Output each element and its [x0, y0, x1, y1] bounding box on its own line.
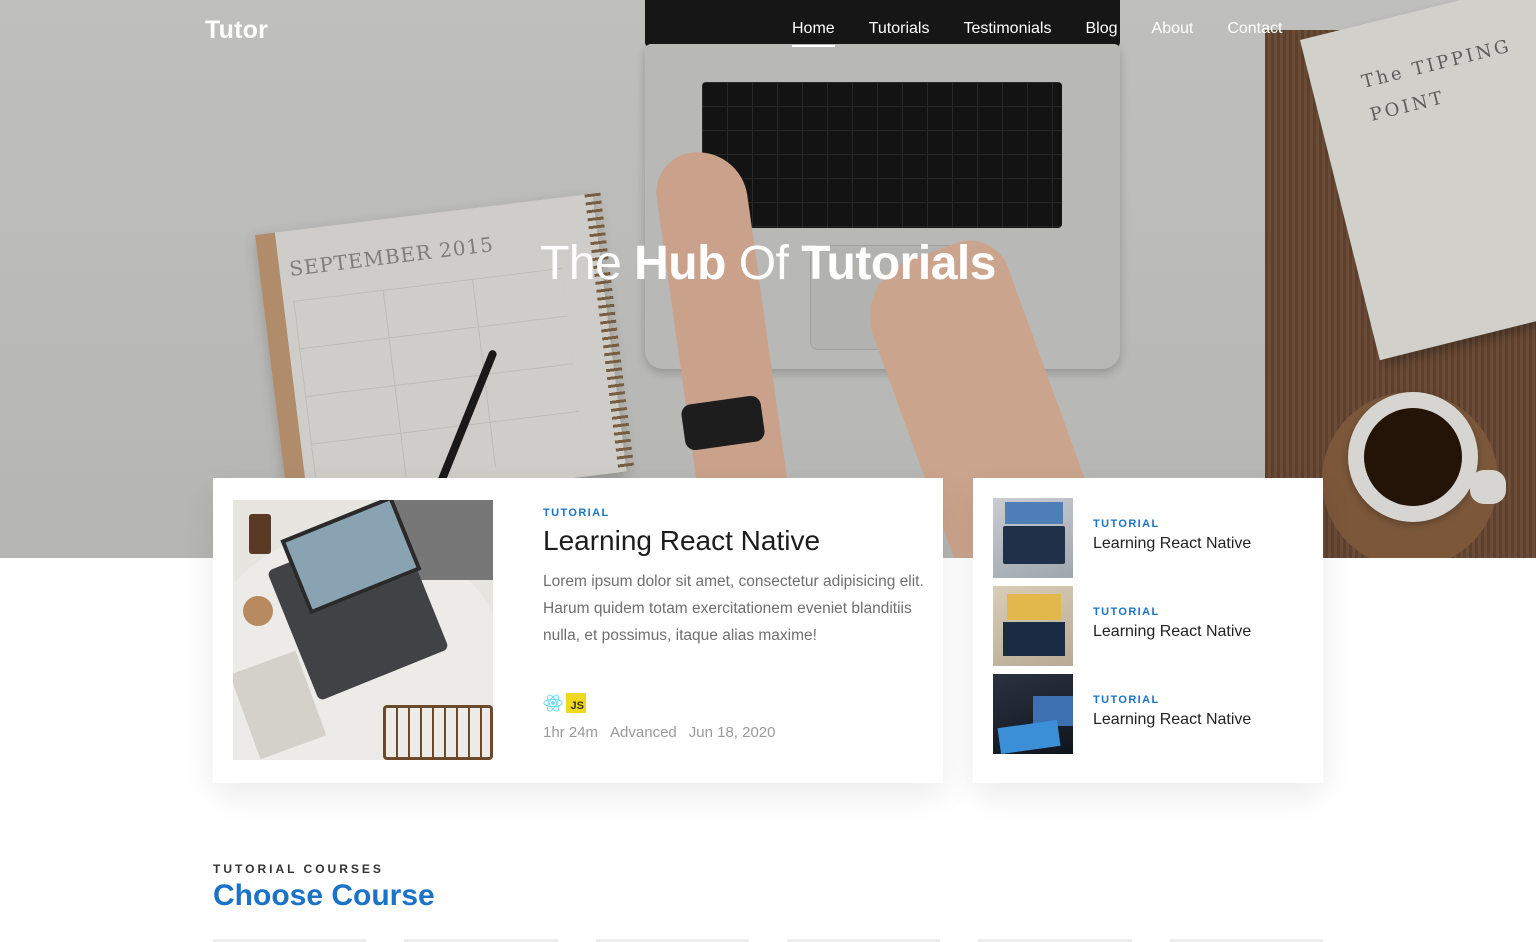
- nav-about[interactable]: About: [1152, 20, 1194, 38]
- list-item[interactable]: TUTORIAL Learning React Native: [993, 498, 1313, 578]
- nav-testimonials[interactable]: Testimonials: [963, 20, 1051, 38]
- list-item-tag: TUTORIAL: [1093, 606, 1160, 618]
- nav-contact[interactable]: Contact: [1227, 20, 1282, 38]
- tutorial-list-card: TUTORIAL Learning React Native TUTORIAL …: [973, 478, 1323, 783]
- tech-icons: JS: [543, 693, 586, 713]
- hero-banner: The TIPPING POINT SEPTEMBER 2015 The Hub…: [0, 0, 1536, 558]
- list-item-tag: TUTORIAL: [1093, 694, 1160, 706]
- thumb-screen: [1005, 502, 1063, 524]
- thumb-keyboard: [1003, 622, 1065, 656]
- image-candle: [249, 514, 271, 554]
- nav-tutorials[interactable]: Tutorials: [869, 20, 930, 38]
- main-nav: Home Tutorials Testimonials Blog About C…: [792, 20, 1282, 47]
- list-item[interactable]: TUTORIAL Learning React Native: [993, 674, 1313, 754]
- nav-home[interactable]: Home: [792, 20, 835, 47]
- hero-title-word-1: The: [540, 237, 622, 290]
- list-item[interactable]: TUTORIAL Learning React Native: [993, 586, 1313, 666]
- thumb-screen: [1007, 594, 1061, 620]
- image-basket: [383, 705, 493, 760]
- featured-date: Jun 18, 2020: [688, 724, 776, 741]
- hero-title-word-3: Of: [738, 237, 789, 290]
- list-item-tag: TUTORIAL: [1093, 518, 1160, 530]
- list-item-thumbnail[interactable]: [993, 498, 1073, 578]
- list-item-thumbnail[interactable]: [993, 674, 1073, 754]
- featured-tag: TUTORIAL: [543, 507, 610, 519]
- image-cup: [243, 596, 273, 626]
- hero-title-word-2: Hub: [634, 237, 726, 290]
- courses-eyebrow: TUTORIAL COURSES: [213, 862, 384, 876]
- thumb-keyboard: [1003, 526, 1065, 564]
- featured-tutorial-card[interactable]: TUTORIAL Learning React Native Lorem ips…: [213, 478, 943, 783]
- courses-title: Choose Course: [213, 879, 435, 912]
- site-logo[interactable]: Tutor: [205, 16, 268, 45]
- thumb-tablet: [997, 719, 1061, 754]
- list-item-title[interactable]: Learning React Native: [1093, 535, 1251, 553]
- js-badge-label: JS: [570, 700, 584, 712]
- hero-title: The Hub Of Tutorials: [0, 236, 1536, 291]
- nav-blog[interactable]: Blog: [1085, 20, 1117, 38]
- featured-duration: 1hr 24m: [543, 724, 599, 741]
- featured-image[interactable]: [233, 500, 493, 760]
- list-item-title[interactable]: Learning React Native: [1093, 711, 1251, 729]
- featured-meta: 1hr 24m Advanced Jun 18, 2020: [543, 724, 776, 741]
- hero-title-word-4: Tutorials: [801, 237, 996, 290]
- featured-level: Advanced: [610, 724, 677, 741]
- list-item-thumbnail[interactable]: [993, 586, 1073, 666]
- featured-description: Lorem ipsum dolor sit amet, consectetur …: [543, 573, 924, 644]
- featured-title[interactable]: Learning React Native: [543, 525, 820, 557]
- react-icon: [543, 694, 563, 712]
- javascript-icon: JS: [566, 693, 586, 713]
- list-item-title[interactable]: Learning React Native: [1093, 623, 1251, 641]
